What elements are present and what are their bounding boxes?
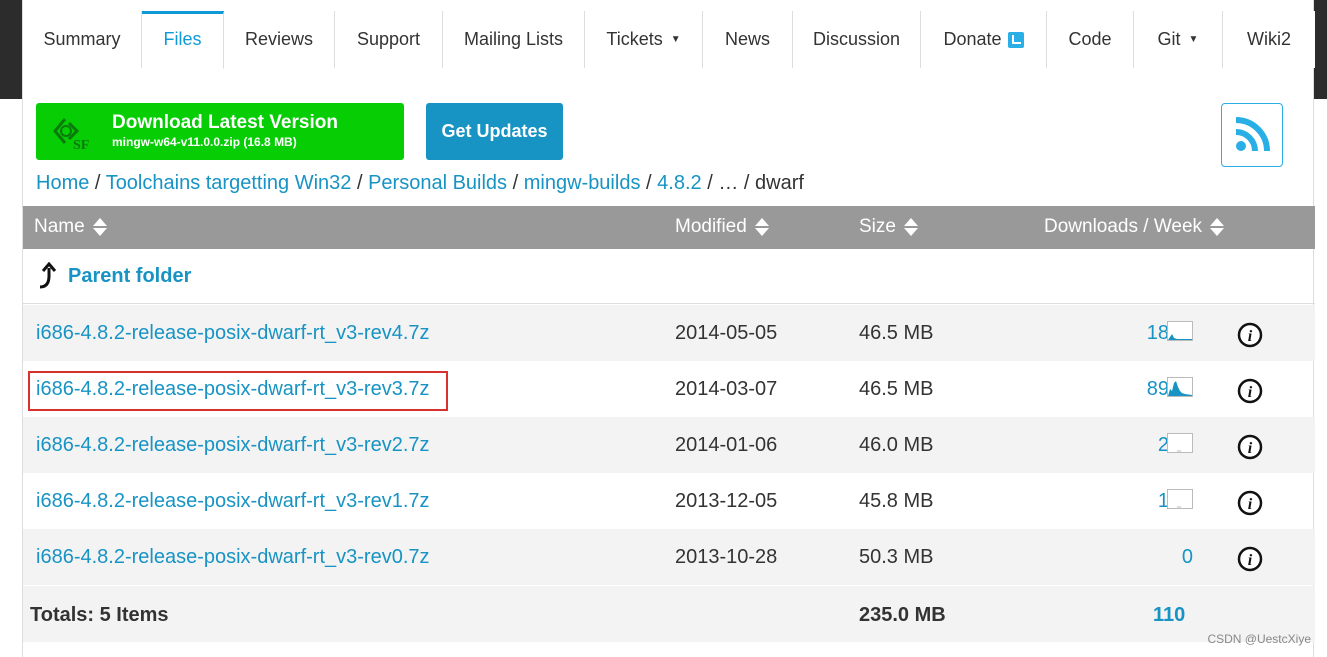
watermark: CSDN @UestcXiye [1207,632,1311,646]
tab-support[interactable]: Support [335,11,443,68]
file-modified: 2014-01-06 [675,434,778,456]
file-downloads[interactable]: 1 [1109,490,1169,513]
file-modified: 2014-03-07 [675,378,778,400]
file-modified: 2014-05-05 [675,322,778,344]
totals-label: Totals: 5 Items [30,604,169,626]
file-link[interactable]: i686-4.8.2-release-posix-dwarf-rt_v3-rev… [36,546,430,569]
table-header: Name Modified Size Downloads / Week [23,206,1315,249]
file-size: 46.5 MB [859,378,934,400]
info-icon[interactable]: i [1237,378,1263,404]
dropdown-caret-icon: ▼ [1188,34,1199,45]
file-modified: 2013-12-05 [675,490,778,512]
file-link[interactable]: i686-4.8.2-release-posix-dwarf-rt_v3-rev… [36,490,430,513]
table-row: i686-4.8.2-release-posix-dwarf-rt_v3-rev… [23,473,1315,529]
download-sparkline-icon [1167,377,1193,397]
file-size: 50.3 MB [859,546,934,568]
download-latest-button[interactable]: SF Download Latest Version mingw-w64-v11… [36,103,404,160]
file-link[interactable]: i686-4.8.2-release-posix-dwarf-rt_v3-rev… [36,378,430,401]
download-sparkline-icon [1167,489,1193,509]
sort-icon [1210,217,1225,237]
file-link[interactable]: i686-4.8.2-release-posix-dwarf-rt_v3-rev… [36,434,430,457]
up-arrow-icon [39,262,57,289]
parent-folder-row[interactable]: Parent folder [23,249,1315,304]
file-downloads[interactable]: 89 [1109,378,1169,401]
parent-folder-link[interactable]: Parent folder [68,265,191,288]
tab-mailing-lists[interactable]: Mailing Lists [443,11,585,68]
tab-code[interactable]: Code [1047,11,1134,68]
tab-news[interactable]: News [703,11,793,68]
svg-text:i: i [1248,384,1253,401]
totals-row: Totals: 5 Items 235.0 MB 110 [23,586,1315,642]
tab-tickets[interactable]: Tickets ▼ [585,11,703,68]
svg-text:i: i [1248,496,1253,513]
breadcrumb-personal-builds[interactable]: Personal Builds [368,172,507,194]
breadcrumb-ellipsis: … [718,172,739,194]
column-header-downloads[interactable]: Downloads / Week [1044,216,1225,238]
sort-icon [754,217,769,237]
tab-donate[interactable]: Donate [921,11,1047,68]
svg-text:i: i [1248,440,1253,457]
breadcrumb-home[interactable]: Home [36,172,89,194]
top-dark-bar-left [0,0,22,99]
sort-icon [92,217,107,237]
file-downloads[interactable]: 0 [1133,546,1193,569]
table-row: i686-4.8.2-release-posix-dwarf-rt_v3-rev… [23,417,1315,473]
download-sparkline-icon [1167,321,1193,341]
info-icon[interactable]: i [1237,490,1263,516]
file-size: 46.5 MB [859,322,934,344]
file-downloads[interactable]: 18 [1109,322,1169,345]
tab-discussion[interactable]: Discussion [793,11,921,68]
rss-feed-button[interactable] [1221,103,1283,167]
column-header-size[interactable]: Size [859,216,918,238]
top-dark-bar-right [1314,0,1327,99]
totals-downloads[interactable]: 110 [1153,604,1185,627]
column-header-modified[interactable]: Modified [675,216,769,238]
svg-text:i: i [1248,328,1253,345]
project-tabs: Summary Files Reviews Support Mailing Li… [23,11,1315,69]
table-row: i686-4.8.2-release-posix-dwarf-rt_v3-rev… [23,361,1315,417]
totals-size: 235.0 MB [859,604,946,626]
download-file: mingw-w64-v11.0.0.zip (16.8 MB) [112,135,297,149]
rss-icon [1235,117,1270,152]
file-size: 46.0 MB [859,434,934,456]
file-downloads[interactable]: 2 [1109,434,1169,457]
breadcrumb-mingw-builds[interactable]: mingw-builds [524,172,641,194]
svg-text:i: i [1248,552,1253,569]
column-header-name[interactable]: Name [34,216,107,238]
tab-summary[interactable]: Summary [23,11,142,68]
sort-icon [903,217,918,237]
tab-wiki2[interactable]: Wiki2 [1223,11,1315,68]
info-icon[interactable]: i [1237,434,1263,460]
file-modified: 2013-10-28 [675,546,778,568]
info-icon[interactable]: i [1237,546,1263,572]
table-row: i686-4.8.2-release-posix-dwarf-rt_v3-rev… [23,305,1315,361]
breadcrumb-current: dwarf [755,172,804,194]
file-size: 45.8 MB [859,490,934,512]
breadcrumb-toolchains[interactable]: Toolchains targetting Win32 [106,172,352,194]
get-updates-button[interactable]: Get Updates [426,103,563,160]
dropdown-caret-icon: ▼ [670,34,681,45]
svg-text:SF: SF [73,138,89,151]
download-title: Download Latest Version [112,112,338,133]
sourceforge-logo-icon: SF [53,118,89,151]
external-link-icon [1007,31,1024,48]
tab-git[interactable]: Git ▼ [1134,11,1223,68]
files-panel: Summary Files Reviews Support Mailing Li… [22,0,1315,657]
tab-files[interactable]: Files [142,11,224,69]
tab-reviews[interactable]: Reviews [224,11,335,68]
download-sparkline-icon [1167,433,1193,453]
breadcrumb-version[interactable]: 4.8.2 [657,172,701,194]
table-row: i686-4.8.2-release-posix-dwarf-rt_v3-rev… [23,529,1315,585]
breadcrumb: Home / Toolchains targetting Win32 / Per… [36,172,804,194]
file-link[interactable]: i686-4.8.2-release-posix-dwarf-rt_v3-rev… [36,322,430,345]
info-icon[interactable]: i [1237,322,1263,348]
